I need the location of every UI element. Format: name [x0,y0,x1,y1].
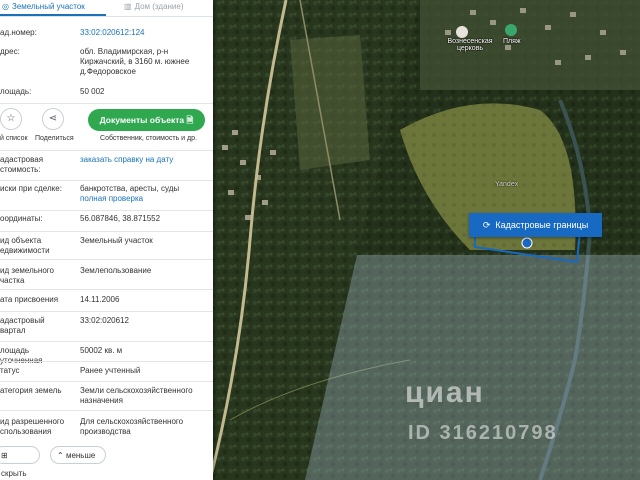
address-label: дрес: [0,47,20,56]
field-label: ата присвоения [0,295,59,304]
favorite-button[interactable]: ☆ [0,108,22,130]
favorite-label: й список [0,135,28,142]
area-label: лощадь: [0,87,32,96]
cadastral-boundaries-label: Кадастровые границы [495,220,589,230]
area-value: 50 002 [80,87,105,96]
documents-button-label: Документы объекта [99,115,185,125]
documents-button[interactable]: Документы объекта 🗎 [88,109,205,131]
divider [0,311,213,312]
divider [0,180,213,181]
less-label: меньше [65,451,96,460]
field-value: Ранее учтенный [80,366,141,375]
divider [0,150,213,151]
divider [0,231,213,232]
field-label: атегория земель [0,386,62,395]
field-value[interactable]: заказать справку на дату [80,155,208,165]
tab-building-label: Дом (здание) [134,2,184,11]
field-value: 56.087846, 38.871552 [80,214,161,223]
divider [0,341,213,342]
watermark: циан [405,376,485,409]
field-label: ид объекта едвижимости [0,236,50,255]
field-value: банкротства, аресты, суды [80,184,180,193]
document-icon: 🗎 [186,115,194,125]
divider [0,289,213,290]
share-button[interactable]: ⋖ [42,108,64,130]
cadastral-boundaries-button[interactable]: ⟳ Кадастровые границы [469,213,602,237]
field-value: Земли сельскохозяйственного назначения [80,386,193,405]
field-label: лощадь уточненная [0,346,43,365]
beach-label: Пляж [503,38,521,45]
field-label: адастровый вартал [0,316,45,335]
divider [0,361,213,362]
cad-number-value[interactable]: 33:02:020612:124 [80,28,208,38]
field-value: 50002 кв. м [80,346,123,355]
address-value: обл. Владимирская, р-н Киржачский, в 316… [80,47,190,76]
building-icon: ▥ [124,2,132,11]
hide-icon: ⊞ [1,451,8,460]
field-sub: полная проверка [80,194,208,204]
action-bar: ☆ й список ⋖ Поделиться Документы объект… [0,108,213,148]
star-icon: ☆ [6,113,16,124]
divider [0,381,213,382]
hide-label: скрыть [1,469,27,478]
field-label: оординаты: [0,214,43,223]
field-value: 14.11.2006 [80,295,120,304]
tab-land-label: Земельный участок [11,2,85,11]
field-value: 33:02:020612 [80,316,129,325]
divider [0,259,213,260]
share-label: Поделиться [35,135,74,142]
location-icon: ◎ [2,2,9,11]
less-button[interactable]: ⌃ меньше [50,446,106,464]
yandex-label: Yandex [495,181,519,188]
church-label: Вознесенская церковь [447,38,493,52]
tab-building[interactable]: ▥ Дом (здание) [118,0,213,16]
chevron-up-icon: ⌃ [57,451,64,460]
tab-land-plot[interactable]: ◎ Земельный участок [0,0,106,16]
watermark-id: ID 316210798 [408,422,558,444]
field-label: иски при сделке: [0,184,62,193]
share-icon: ⋖ [48,113,58,124]
divider [0,210,213,211]
divider [0,103,213,104]
field-label: адастровая стоимость: [0,155,44,174]
field-value: Для сельскохозяйственного производства [80,417,184,436]
divider [0,410,213,411]
field-value: Землепользование [80,266,152,275]
refresh-icon: ⟳ [482,220,491,230]
documents-subtitle: Собственник, стоимость и др. [100,135,197,142]
property-panel: ◎ Земельный участок ▥ Дом (здание) ад.номе… [0,0,213,480]
full-check-link[interactable]: полная проверка [80,194,208,204]
field-label: татус [0,366,20,375]
field-label: ид разрешенного спользования [0,417,65,436]
hide-button[interactable]: ⊞ скрыть [0,446,40,478]
cad-number-label: ад.номер: [0,28,37,37]
tab-bar: ◎ Земельный участок ▥ Дом (здание) [0,0,213,17]
field-label: ид земельного частка [0,266,54,285]
field-value: Земельный участок [80,236,153,245]
